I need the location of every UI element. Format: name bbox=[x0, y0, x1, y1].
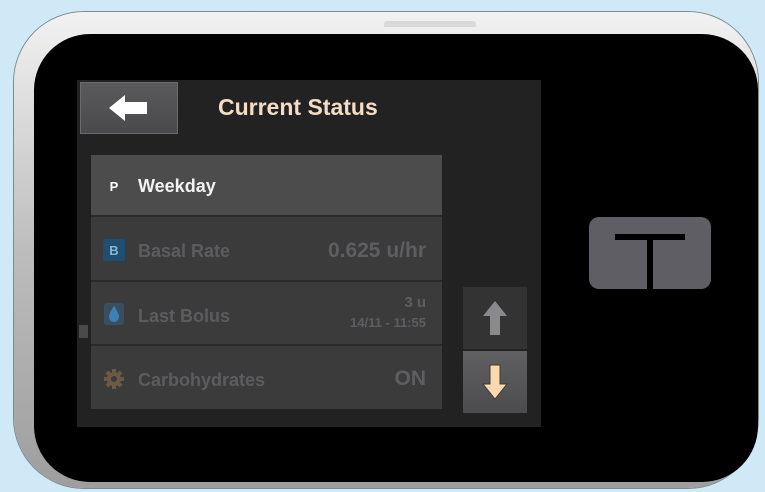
profile-icon: P bbox=[109, 178, 119, 194]
last-bolus-label: Last Bolus bbox=[138, 306, 231, 326]
t-logo-icon bbox=[615, 234, 685, 289]
last-bolus-value: 3 u bbox=[404, 294, 426, 311]
gear-icon bbox=[103, 368, 125, 390]
last-bolus-time: 14/11 - 11:55 bbox=[350, 315, 426, 330]
back-button[interactable] bbox=[80, 82, 178, 134]
carbohydrates-value: ON bbox=[394, 367, 427, 390]
home-button[interactable] bbox=[589, 217, 711, 289]
list-item-last-bolus[interactable]: Last Bolus 3 u 14/11 - 11:55 bbox=[91, 282, 442, 346]
list-item-profile[interactable]: P Weekday bbox=[91, 155, 442, 217]
scroll-up-button[interactable] bbox=[463, 287, 527, 349]
basal-rate-value: 0.625 u/hr bbox=[327, 239, 426, 262]
list-item-basal-rate[interactable]: B Basal Rate 0.625 u/hr bbox=[91, 217, 442, 282]
profile-label: Weekday bbox=[138, 176, 216, 196]
basal-rate-label: Basal Rate bbox=[138, 241, 231, 261]
carbohydrates-label: Carbohydrates bbox=[138, 370, 266, 390]
up-arrow-icon bbox=[483, 301, 507, 335]
page-title: Current Status bbox=[218, 94, 378, 120]
device-top-button[interactable] bbox=[384, 21, 476, 27]
down-arrow-icon bbox=[482, 364, 508, 400]
basal-icon: B bbox=[103, 239, 125, 261]
scroll-position-marker bbox=[79, 325, 88, 338]
list-item-carbohydrates[interactable]: Carbohydrates ON bbox=[91, 346, 442, 409]
scroll-down-button[interactable] bbox=[463, 351, 527, 413]
status-list: P Weekday B Basal Rate 0.625 u/hr Last B… bbox=[91, 155, 442, 409]
drop-icon bbox=[103, 303, 125, 325]
left-arrow-icon bbox=[109, 95, 147, 121]
